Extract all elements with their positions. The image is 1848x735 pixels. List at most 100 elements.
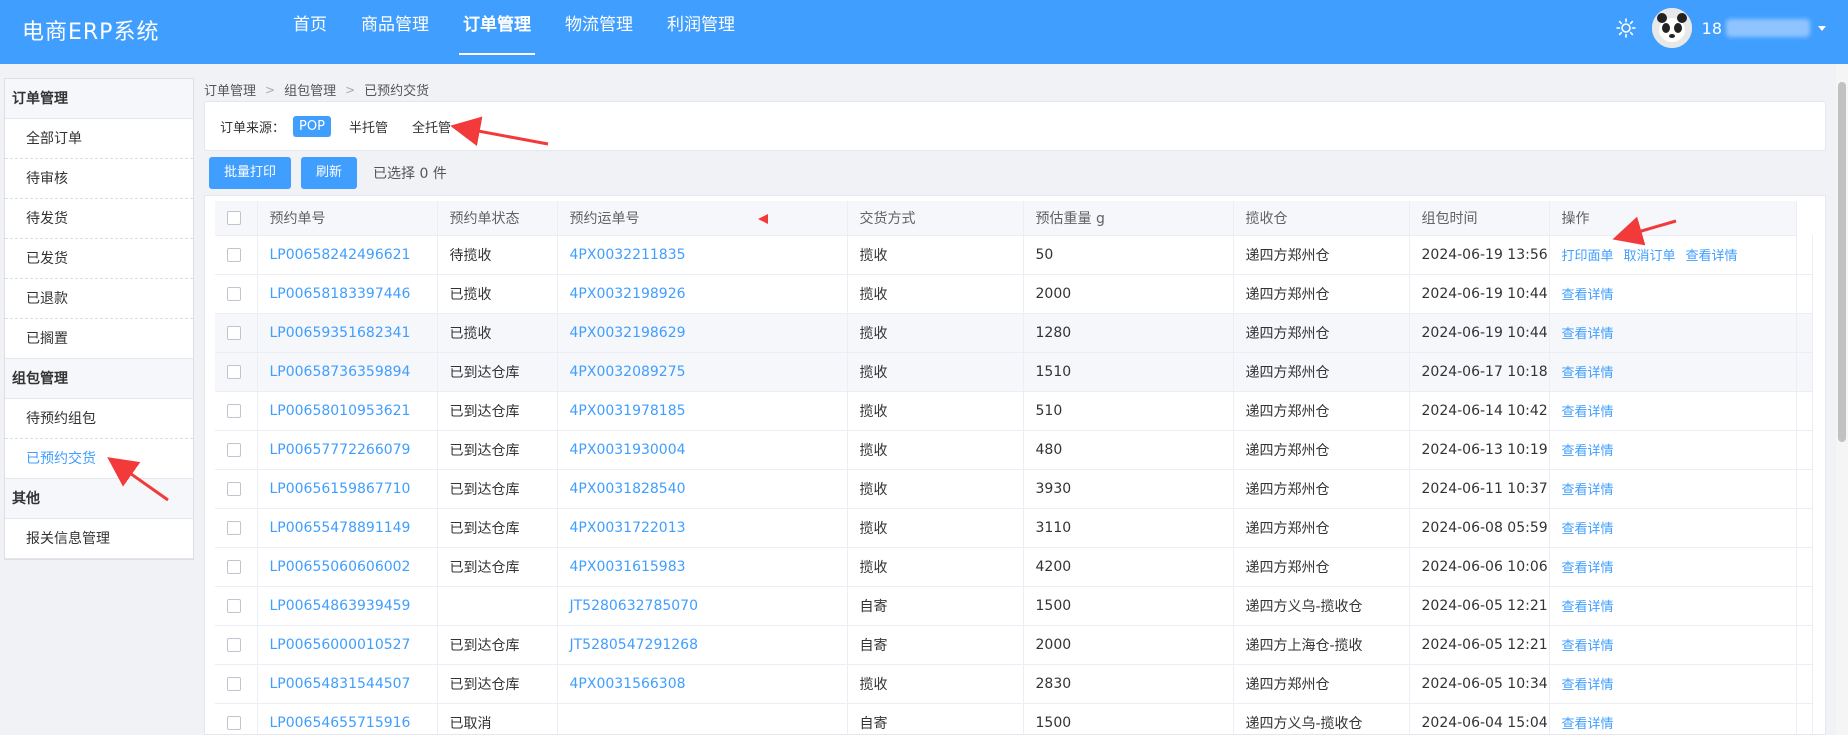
waybill-cell-value[interactable]: JT5280547291268 [570,637,698,653]
waybill-cell-value[interactable]: 4PX0031566308 [570,676,686,692]
filter-option-pop[interactable]: POP [293,115,331,137]
row-checkbox[interactable] [227,364,241,379]
scrollbar-thumb[interactable] [1838,82,1846,442]
waybill-cell-value[interactable]: 4PX0032198629 [570,325,686,341]
waybill-cell-value[interactable]: 4PX0031722013 [570,520,686,536]
table-row[interactable]: LP00656000010527 已到达仓库 JT5280547291268 自寄 20… [215,625,1814,665]
app-logo[interactable]: 电商ERP系统 [22,14,159,46]
action-link[interactable]: 查看详情 [1562,600,1614,615]
waybill-cell-value[interactable]: 4PX0031615983 [570,559,686,575]
table-row[interactable]: LP00659351682341 已揽收 4PX0032198629 揽收 1280 递四… [215,313,1814,353]
waybill-cell-value[interactable]: 4PX0031978185 [570,403,686,419]
select-all-checkbox[interactable] [227,210,241,225]
row-checkbox[interactable] [227,598,241,613]
nav-logistics[interactable]: 物流管理 [548,0,650,64]
sidebar-item-customs-info[interactable]: 报关信息管理 [5,519,193,559]
filter-option-semi-managed[interactable]: 半托管 [343,114,394,139]
action-link[interactable]: 查看详情 [1562,366,1614,381]
booking-id-cell-value[interactable]: LP00658242496621 [270,247,411,263]
page-scrollbar[interactable] [1836,64,1848,735]
sidebar-item-all-orders[interactable]: 全部订单 [5,119,193,159]
sidebar-item-pending-review[interactable]: 待审核 [5,159,193,199]
sidebar-item-pending-ship[interactable]: 待发货 [5,199,193,239]
column-header[interactable]: 组包时间 [1409,201,1550,236]
waybill-cell-value[interactable]: 4PX0031828540 [570,481,686,497]
column-header[interactable]: 预约运单号 [557,201,848,236]
booking-id-cell-value[interactable]: LP00654863939459 [270,598,411,614]
action-link[interactable]: 查看详情 [1562,561,1614,576]
table-row[interactable]: LP00654655715916 已取消 自寄 1500 递四方义乌-揽收仓 2024-0… [215,703,1814,734]
row-checkbox[interactable] [227,481,241,496]
action-link[interactable]: 查看详情 [1686,249,1738,264]
booking-id-cell-value[interactable]: LP00655478891149 [270,520,411,536]
chevron-down-icon[interactable] [1816,22,1828,34]
booking-id-cell-value[interactable]: LP00654655715916 [270,715,411,731]
table-row[interactable]: LP00658736359894 已到达仓库 4PX0032089275 揽收 1510… [215,352,1814,392]
row-checkbox[interactable] [227,520,241,535]
booking-id-cell-value[interactable]: LP00658183397446 [270,286,411,302]
action-link[interactable]: 查看详情 [1562,678,1614,693]
action-link[interactable]: 查看详情 [1562,522,1614,537]
row-checkbox[interactable] [227,286,241,301]
refresh-button[interactable]: 刷新 [301,157,358,189]
booking-id-cell-value[interactable]: LP00659351682341 [270,325,411,341]
nav-orders[interactable]: 订单管理 [446,0,548,64]
table-row[interactable]: LP00658242496621 待揽收 4PX0032211835 揽收 50 递四方郑… [215,235,1814,275]
row-checkbox[interactable] [227,403,241,418]
sidebar-item-pending-package[interactable]: 待预约组包 [5,399,193,439]
column-header[interactable]: 预估重量 g [1023,201,1234,236]
column-header[interactable]: 揽收仓 [1233,201,1410,236]
table-row[interactable]: LP00655060606002 已到达仓库 4PX0031615983 揽收 4200… [215,547,1814,587]
sidebar-item-refunded[interactable]: 已退款 [5,279,193,319]
action-link[interactable]: 查看详情 [1562,717,1614,732]
theme-toggle-sun-icon[interactable] [1615,18,1636,38]
booking-id-cell-value[interactable]: LP00658736359894 [270,364,411,380]
nav-home[interactable]: 首页 [276,0,344,64]
row-checkbox[interactable] [227,637,241,652]
waybill-cell-value[interactable]: 4PX0032211835 [570,247,686,263]
row-checkbox[interactable] [227,676,241,691]
table-row[interactable]: LP00654831544507 已到达仓库 4PX0031566308 揽收 2830… [215,664,1814,704]
waybill-cell-value[interactable]: JT5280632785070 [570,598,698,614]
batch-print-button[interactable]: 批量打印 [209,157,292,189]
column-header[interactable]: 交货方式 [847,201,1024,236]
booking-id-cell-value[interactable]: LP00656159867710 [270,481,411,497]
waybill-cell-value[interactable]: 4PX0031930004 [570,442,686,458]
row-checkbox[interactable] [227,325,241,340]
action-link[interactable]: 查看详情 [1562,639,1614,654]
row-checkbox[interactable] [227,559,241,574]
table-row[interactable]: LP00656159867710 已到达仓库 4PX0031828540 揽收 3930… [215,469,1814,509]
user-avatar[interactable] [1651,8,1692,48]
booking-id-cell-value[interactable]: LP00657772266079 [270,442,411,458]
table-row[interactable]: LP00657772266079 已到达仓库 4PX0031930004 揽收 480 递… [215,430,1814,470]
table-row[interactable]: LP00655478891149 已到达仓库 4PX0031722013 揽收 3110… [215,508,1814,548]
row-checkbox[interactable] [227,715,241,730]
table-row[interactable]: LP00658010953621 已到达仓库 4PX0031978185 揽收 510 递… [215,391,1814,431]
booking-id-cell-value[interactable]: LP00656000010527 [270,637,411,653]
waybill-cell-value[interactable]: 4PX0032089275 [570,364,686,380]
table-row[interactable]: LP00654863939459 JT5280632785070 自寄 1500 递四方… [215,586,1814,626]
sidebar-item-booked-delivery[interactable]: 已预约交货 [5,439,193,479]
breadcrumb-item[interactable]: 订单管理 [204,80,256,99]
filter-option-fully-managed[interactable]: 全托管 [406,114,457,139]
sidebar-item-shipped[interactable]: 已发货 [5,239,193,279]
booking-id-cell-value[interactable]: LP00658010953621 [270,403,411,419]
breadcrumb-item[interactable]: 组包管理 [284,80,336,99]
nav-products[interactable]: 商品管理 [344,0,446,64]
action-link[interactable]: 查看详情 [1562,288,1614,303]
sidebar-item-on-hold[interactable]: 已搁置 [5,319,193,359]
waybill-cell-value[interactable]: 4PX0032198926 [570,286,686,302]
booking-id-cell-value[interactable]: LP00655060606002 [270,559,411,575]
row-checkbox[interactable] [227,247,241,262]
username[interactable]: 18 [1702,19,1722,38]
column-header[interactable]: 预约单状态 [437,201,558,236]
action-link[interactable]: 查看详情 [1562,444,1614,459]
action-link[interactable]: 查看详情 [1562,327,1614,342]
column-header[interactable]: 预约单号 [257,201,438,236]
action-link[interactable]: 打印面单 [1562,249,1614,264]
nav-profit[interactable]: 利润管理 [650,0,752,64]
row-checkbox[interactable] [227,442,241,457]
table-row[interactable]: LP00658183397446 已揽收 4PX0032198926 揽收 2000 递四… [215,274,1814,314]
action-link[interactable]: 取消订单 [1624,249,1676,264]
action-link[interactable]: 查看详情 [1562,405,1614,420]
